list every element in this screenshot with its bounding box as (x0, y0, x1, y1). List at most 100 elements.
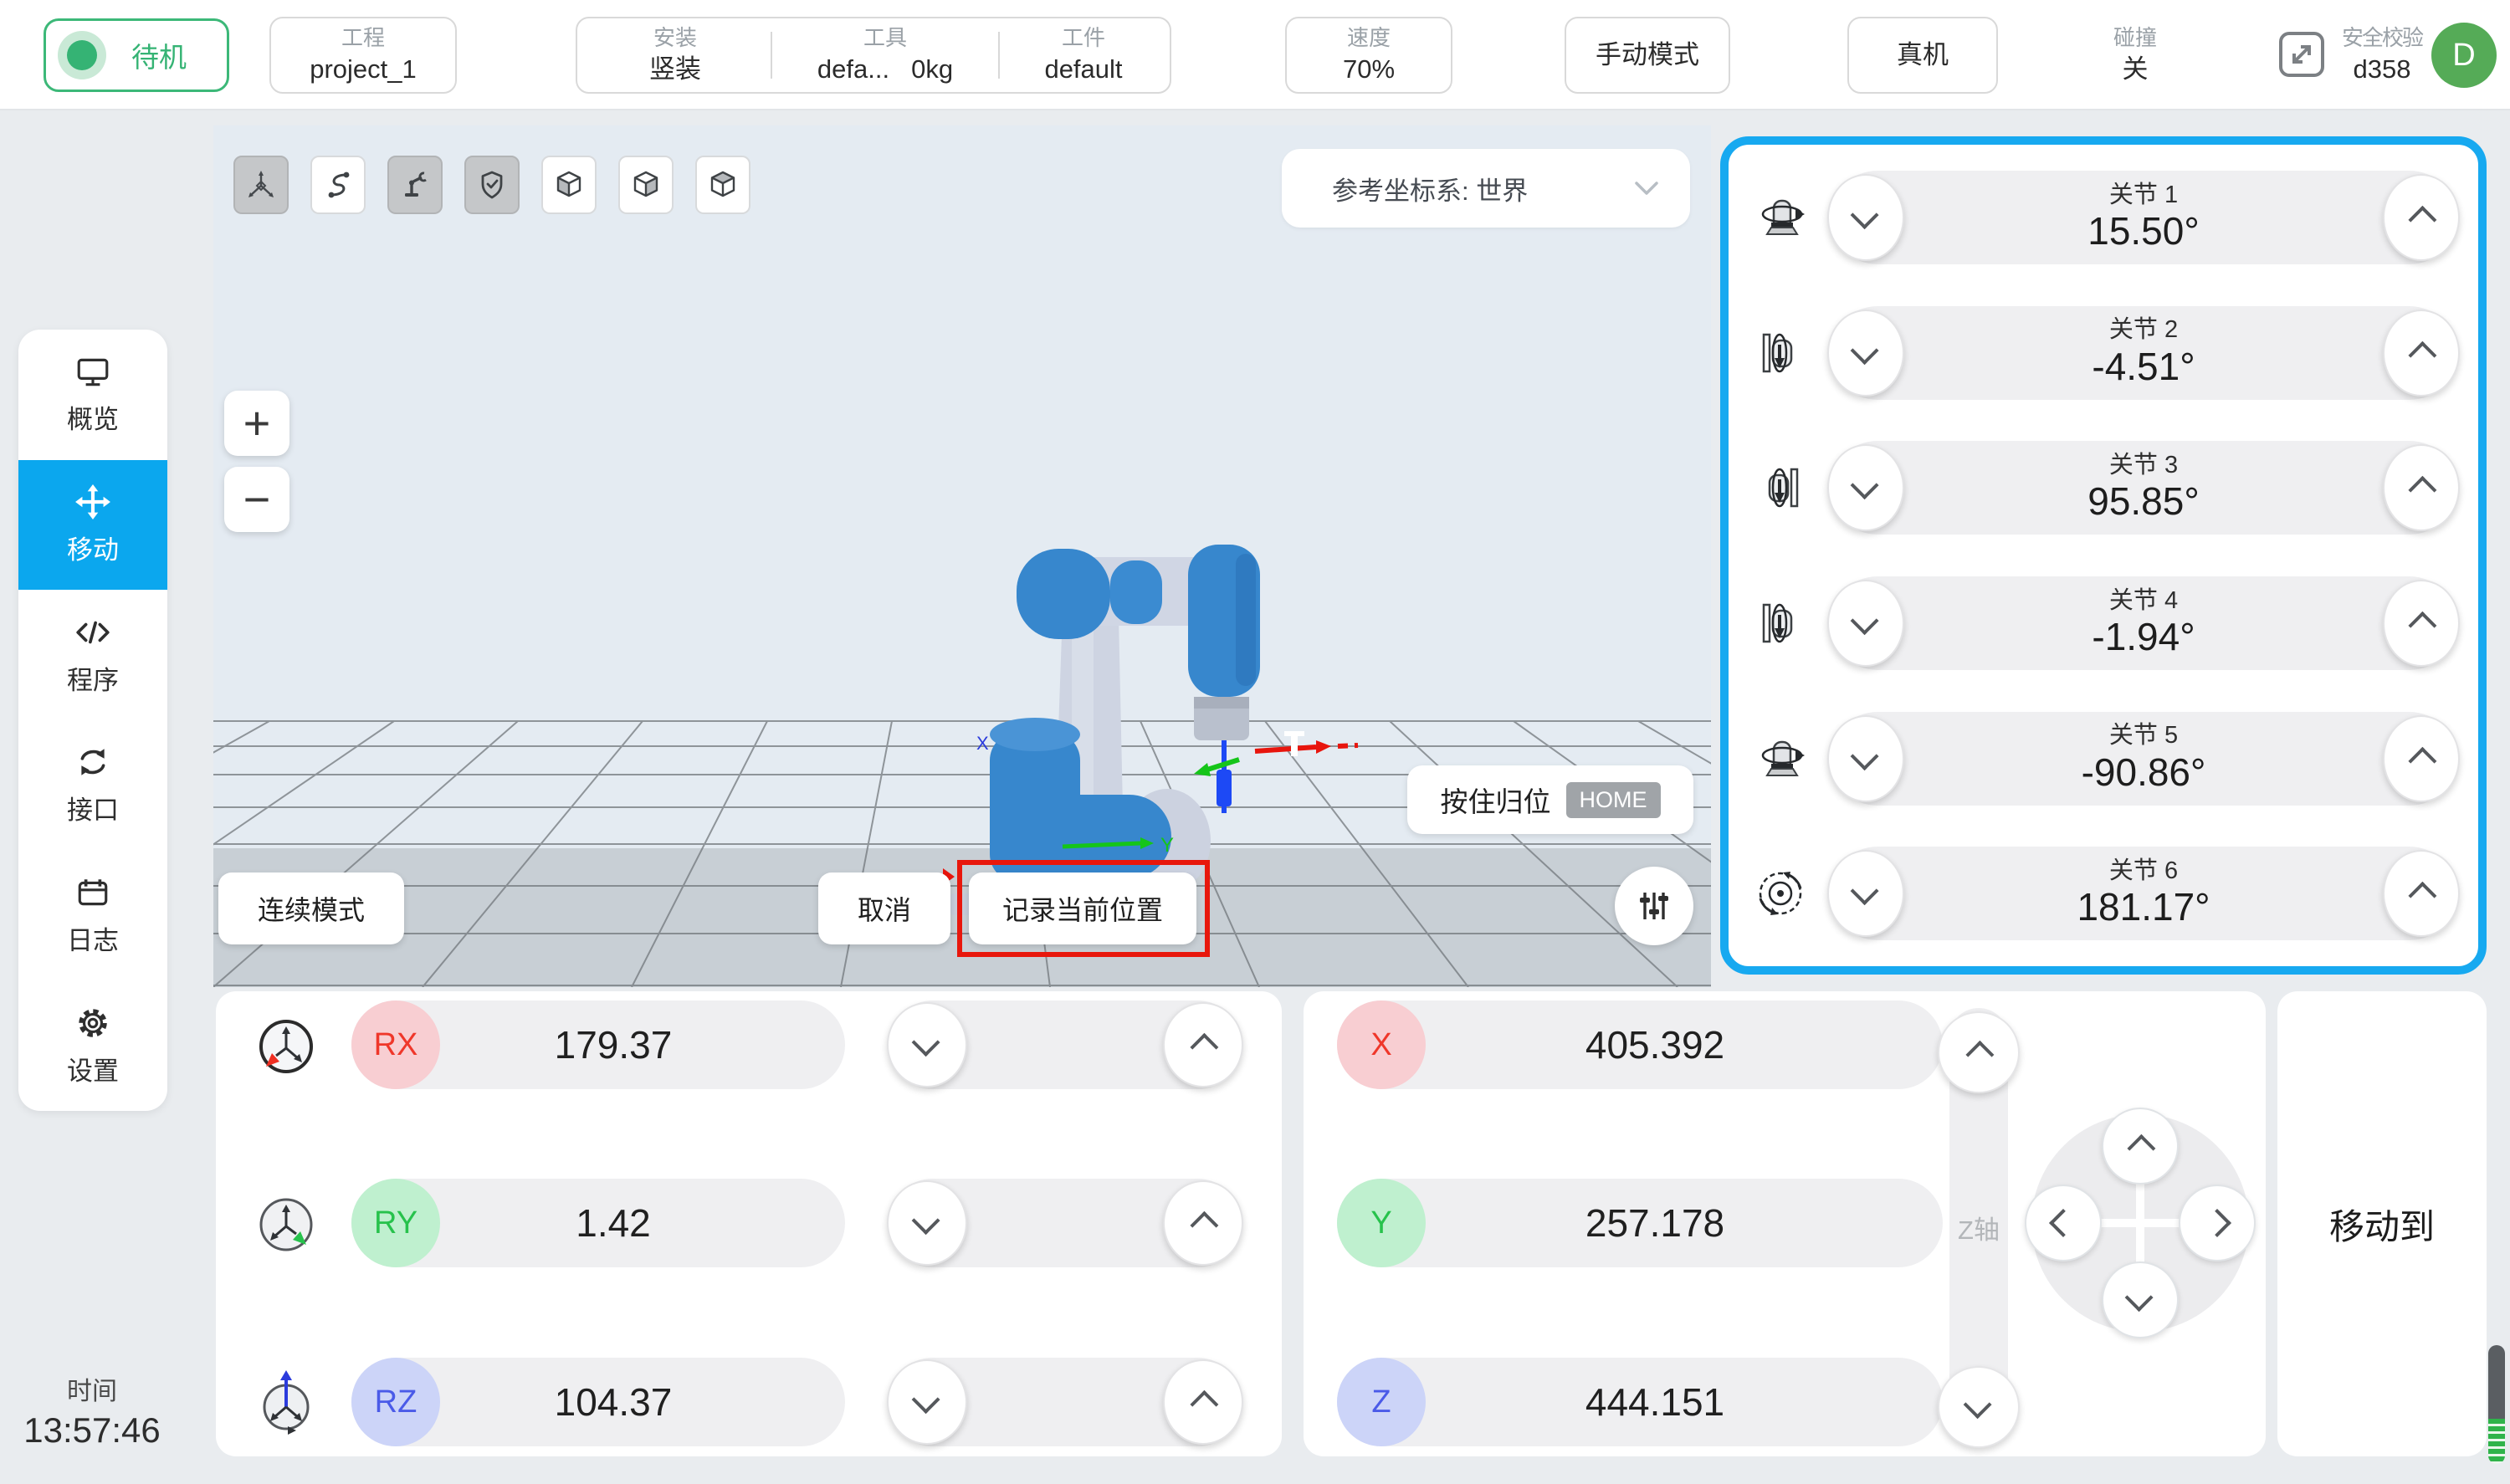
right-scrollbar[interactable] (2488, 1345, 2505, 1464)
joint-5-value-field[interactable]: 关节 5 -90.86° (1831, 712, 2456, 806)
sidebar-item-label: 日志 (67, 919, 119, 957)
rx-row: RX 179.37 (216, 1000, 1282, 1089)
chevron-down-icon (1964, 1390, 1992, 1419)
sidebar-item-interface[interactable]: 接口 (18, 720, 167, 851)
z-value-field[interactable]: Z 444.151 (1337, 1358, 1943, 1446)
joint-1-decrease-button[interactable] (1827, 174, 1904, 261)
sidebar-nav: 概览 移动 程序 接口 (18, 330, 167, 1111)
joint-5-decrease-button[interactable] (1827, 715, 1904, 802)
project-selector[interactable]: 工程 project_1 (269, 17, 457, 94)
view-axes-button[interactable] (233, 156, 289, 214)
tool-cell[interactable]: 工具 defa... 0kg (776, 24, 994, 86)
joint-5-increase-button[interactable] (2383, 715, 2460, 802)
ry-increase-button[interactable] (1163, 1180, 1243, 1266)
joint-3-increase-button[interactable] (2383, 444, 2460, 531)
x-value-field[interactable]: X 405.392 (1337, 1000, 1943, 1089)
hold-to-home-button[interactable]: 按住归位 HOME (1407, 765, 1693, 834)
joint-1-value-field[interactable]: 关节 1 15.50° (1831, 171, 2456, 264)
rx-increase-button[interactable] (1163, 1002, 1243, 1087)
ry-value-field[interactable]: RY 1.42 (351, 1179, 845, 1267)
view-robot-button[interactable] (387, 156, 443, 214)
joint-2-decrease-button[interactable] (1827, 310, 1904, 397)
joint-3-decrease-button[interactable] (1827, 444, 1904, 531)
speed-label: 速度 (1347, 24, 1391, 53)
cancel-label: 取消 (858, 889, 911, 928)
cube-front-icon (552, 168, 586, 202)
view-safety-button[interactable] (464, 156, 520, 214)
zoom-out-button[interactable]: − (224, 467, 289, 532)
scrollbar-progress (2488, 1419, 2505, 1464)
rz-decrease-button[interactable] (887, 1359, 967, 1445)
project-label: 工程 (341, 24, 385, 53)
rz-increase-button[interactable] (1163, 1359, 1243, 1445)
safety-label: 安全校验 (2342, 24, 2422, 53)
fullscreen-icon[interactable] (2276, 28, 2328, 80)
joint-flip-icon (1750, 596, 1811, 650)
joint-4-increase-button[interactable] (2383, 580, 2460, 667)
sidebar-item-settings[interactable]: 设置 (18, 980, 167, 1111)
joint-2-value-field[interactable]: 关节 2 -4.51° (1831, 306, 2456, 400)
rx-rotate-icon (251, 1010, 321, 1084)
rz-value-field[interactable]: RZ 104.37 (351, 1358, 845, 1446)
mount-label: 安装 (653, 24, 697, 53)
move-to-label: 移动到 (2329, 1199, 2435, 1250)
ry-rotate-icon (251, 1188, 321, 1262)
calendar-icon (74, 874, 111, 911)
user-avatar[interactable]: D (2431, 23, 2497, 88)
view-cube-front-button[interactable] (541, 156, 597, 214)
joint-1-increase-button[interactable] (2383, 174, 2460, 261)
jog-settings-button[interactable] (1615, 867, 1693, 945)
chevron-up-icon (1190, 1033, 1218, 1062)
rz-row: RZ 104.37 (216, 1358, 1282, 1446)
home-button-label: 按住归位 (1441, 780, 1551, 820)
jog-up-button[interactable] (2102, 1108, 2179, 1185)
continuous-mode-button[interactable]: 连续模式 (218, 872, 404, 944)
view-path-button[interactable] (310, 156, 366, 214)
reference-frame-value: 参考坐标系: 世界 (1332, 170, 1632, 207)
setup-selector[interactable]: 安装 竖装 工具 defa... 0kg 工件 default (576, 17, 1171, 94)
chevron-down-icon (1632, 178, 1662, 198)
joint-3-value-field[interactable]: 关节 3 95.85° (1831, 441, 2456, 535)
joint-6-decrease-button[interactable] (1827, 850, 1904, 937)
3d-viewport[interactable]: Y X (213, 125, 1711, 987)
chevron-up-icon (2408, 746, 2436, 775)
speed-selector[interactable]: 速度 70% (1285, 17, 1452, 94)
chevron-down-icon (2125, 1283, 2154, 1312)
y-value-field[interactable]: Y 257.178 (1337, 1179, 1943, 1267)
jog-down-button[interactable] (2102, 1261, 2179, 1338)
cancel-button[interactable]: 取消 (818, 872, 950, 944)
joint-4-value-field[interactable]: 关节 4 -1.94° (1831, 576, 2456, 670)
sidebar-item-move[interactable]: 移动 (18, 460, 167, 591)
move-icon (74, 484, 111, 520)
jog-left-button[interactable] (2025, 1185, 2102, 1261)
x-axis-badge: X (1337, 1000, 1426, 1089)
joint-2-increase-button[interactable] (2383, 310, 2460, 397)
machine-button[interactable]: 真机 (1847, 17, 1998, 94)
sidebar-item-log[interactable]: 日志 (18, 851, 167, 981)
scrollbar-handle[interactable] (2488, 1345, 2505, 1419)
move-to-button[interactable]: 移动到 (2277, 991, 2487, 1456)
workpiece-cell[interactable]: 工件 default (1004, 24, 1163, 86)
ry-decrease-button[interactable] (887, 1180, 967, 1266)
z-axis-up-button[interactable] (1938, 1011, 2020, 1093)
joint-4-decrease-button[interactable] (1827, 580, 1904, 667)
rx-value-field[interactable]: RX 179.37 (351, 1000, 845, 1089)
joint-6-label: 关节 6 (2109, 857, 2178, 885)
zoom-in-button[interactable]: + (224, 391, 289, 456)
reference-frame-select[interactable]: 参考坐标系: 世界 (1282, 149, 1690, 228)
robot-status-pill[interactable]: 待机 (44, 18, 229, 92)
joint-6-value-field[interactable]: 关节 6 181.17° (1831, 847, 2456, 940)
z-axis-down-button[interactable] (1938, 1366, 2020, 1448)
rx-decrease-button[interactable] (887, 1002, 967, 1087)
view-cube-side-button[interactable] (618, 156, 674, 214)
mode-button[interactable]: 手动模式 (1565, 17, 1730, 94)
rx-axis-badge: RX (351, 1000, 440, 1089)
joint-6-increase-button[interactable] (2383, 850, 2460, 937)
sidebar-item-overview[interactable]: 概览 (18, 330, 167, 460)
mount-cell[interactable]: 安装 竖装 (584, 24, 766, 86)
sliders-icon (1636, 888, 1672, 924)
jog-right-button[interactable] (2179, 1185, 2256, 1261)
joint-base-rotate-icon (1750, 732, 1811, 785)
sidebar-item-program[interactable]: 程序 (18, 590, 167, 720)
view-cube-top-button[interactable] (695, 156, 750, 214)
